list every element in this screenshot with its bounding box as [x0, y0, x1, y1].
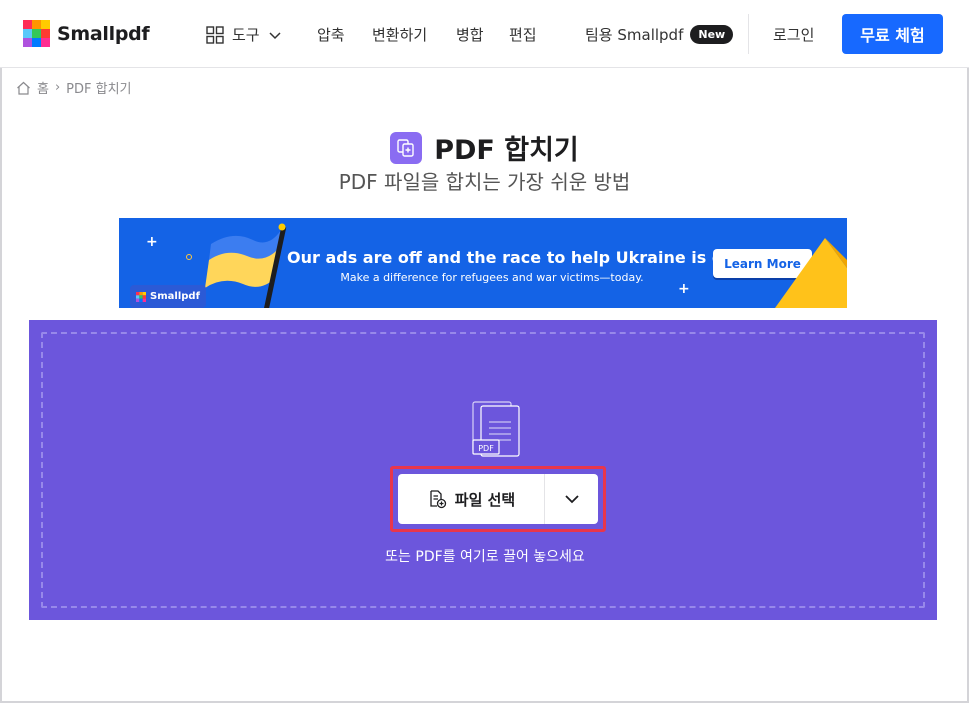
smallpdf-logo[interactable]: Smallpdf — [23, 20, 150, 47]
breadcrumb-home[interactable]: 홈 — [37, 78, 49, 97]
breadcrumb-separator: › — [54, 80, 61, 95]
drop-hint-text: 또는 PDF를 여기로 끌어 놓으세요 — [385, 549, 585, 565]
login-link[interactable]: 로그인 — [773, 24, 814, 45]
sparkle-plus-icon: + — [146, 234, 158, 250]
breadcrumb-current: PDF 합치기 — [66, 82, 132, 97]
nav-compress[interactable]: 압축 — [317, 24, 345, 45]
pdf-file-badge: PDF — [478, 444, 494, 453]
file-drop-zone[interactable]: PDF 파일 선택 또는 PDF를 여기로 끌어 놓으세요 — [29, 320, 937, 620]
ukraine-flag-icon — [205, 223, 287, 308]
pdf-document-icon: PDF — [472, 401, 520, 457]
merge-tool-icon — [390, 131, 423, 164]
breadcrumb: 홈 › PDF 합치기 — [16, 78, 132, 97]
select-file-highlight: 파일 선택 — [390, 466, 606, 532]
drop-zone-dashed-area[interactable]: PDF 파일 선택 또는 PDF를 여기로 끌어 놓으세요 — [41, 332, 925, 608]
select-file-button[interactable]: 파일 선택 — [398, 474, 545, 524]
home-icon[interactable] — [16, 81, 31, 95]
nav-merge[interactable]: 병합 — [456, 24, 484, 45]
page-heading: PDF 합치기 — [0, 128, 969, 167]
logo-text: Smallpdf — [57, 22, 150, 45]
banner-shape-decoration — [775, 238, 847, 308]
team-label: 팀용 Smallpdf — [585, 26, 684, 44]
select-file-label: 파일 선택 — [454, 490, 516, 509]
nav-team[interactable]: 팀용 Smallpdf New — [585, 24, 734, 45]
grid-icon — [206, 25, 224, 44]
page-title: PDF 합치기 — [434, 135, 579, 166]
ukraine-ad-banner[interactable]: + + Our ads are off and the race to help… — [119, 218, 847, 308]
nav-convert[interactable]: 변환하기 — [372, 24, 427, 45]
banner-badge-text: Smallpdf — [150, 291, 200, 302]
file-source-dropdown[interactable] — [545, 474, 598, 524]
tools-menu[interactable]: 도구 — [206, 24, 282, 45]
logo-mark-icon — [136, 291, 147, 302]
tools-label: 도구 — [232, 26, 260, 44]
chevron-down-icon — [269, 31, 281, 39]
free-trial-button[interactable]: 무료 체험 — [842, 14, 943, 54]
add-file-icon — [430, 490, 446, 509]
header-divider — [748, 14, 749, 54]
banner-logo-badge: Smallpdf — [130, 285, 206, 308]
select-file-control: 파일 선택 — [398, 474, 598, 524]
chevron-down-icon — [564, 495, 579, 504]
banner-subline: Make a difference for refugees and war v… — [340, 271, 644, 284]
nav-edit[interactable]: 편집 — [509, 24, 537, 45]
page-subtitle: PDF 파일을 합치는 가장 쉬운 방법 — [338, 170, 631, 194]
sparkle-dot-icon — [186, 254, 192, 260]
logo-mark-icon — [23, 20, 50, 47]
top-navigation: Smallpdf 도구 압축 변환하기 병합 편집 팀용 Smallpdf Ne… — [0, 0, 969, 68]
new-badge: New — [690, 25, 734, 44]
banner-headline: Our ads are off and the race to help Ukr… — [287, 248, 735, 267]
